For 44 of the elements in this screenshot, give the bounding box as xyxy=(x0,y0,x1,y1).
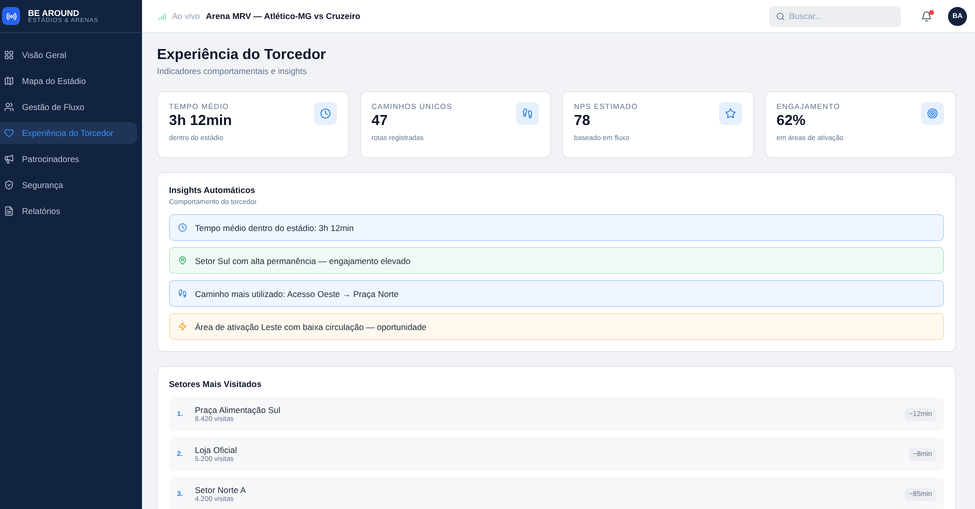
shield-icon xyxy=(4,180,14,190)
stat-value: 47 xyxy=(372,113,389,129)
lightning-icon xyxy=(178,322,187,331)
page-subtitle: Indicadores comportamentais e insights xyxy=(157,66,308,76)
sidebar-item[interactable]: Visão Geral xyxy=(0,44,137,66)
search-field[interactable]: Buscar... xyxy=(769,6,901,26)
stat-value: 78 xyxy=(574,113,592,129)
search-icon xyxy=(776,12,785,20)
brand-name: BE AROUND xyxy=(28,8,80,18)
live-label: Ao vivo xyxy=(172,11,200,21)
insight-text: Tempo médio dentro do estádio: 3h 12min xyxy=(195,222,354,232)
sidebar-item[interactable]: Experiência do Torcedor xyxy=(0,122,137,144)
insight-text: Setor Sul com alta permanência — engajamento elevado xyxy=(195,256,410,266)
match-title: Arena MRV — Atlético-MG vs Cruzeiro xyxy=(206,11,362,21)
sector-name: Loja Oficial xyxy=(194,445,238,455)
signal-icon xyxy=(157,12,166,20)
panel-title: Setores Mais Visitados xyxy=(169,379,262,389)
sector-name: Setor Norte A xyxy=(194,485,247,495)
clock-icon xyxy=(314,102,336,125)
sidebar-item[interactable]: Patrocinadores xyxy=(0,148,137,170)
sidebar-item[interactable]: Gestão de Fluxo xyxy=(0,96,137,118)
sidebar-item[interactable]: Segurança xyxy=(0,174,137,196)
clock-icon xyxy=(178,223,187,232)
page-title: Experiência do Torcedor xyxy=(157,47,327,63)
notification-icon[interactable] xyxy=(921,10,932,22)
footprints-icon xyxy=(178,289,187,298)
stat-value: 62% xyxy=(776,113,807,129)
heart-icon xyxy=(4,128,14,138)
footprints-icon xyxy=(516,102,539,125)
stat-value: 3h 12min xyxy=(169,113,232,129)
pin-icon xyxy=(178,256,187,265)
sidebar-item[interactable]: Relatórios xyxy=(0,200,137,222)
grid-icon xyxy=(4,50,14,60)
insight-text: Área de ativação Leste com baixa circulação — oportunidade xyxy=(195,322,427,332)
insight-text: Caminho mais utilizado: Acesso Oeste → Praça Norte xyxy=(195,288,399,298)
users-icon xyxy=(4,102,14,112)
target-icon xyxy=(921,102,944,125)
document-icon xyxy=(4,206,14,216)
panel-title: Insights Automáticos xyxy=(169,185,256,195)
sidebar-item[interactable]: Mapa do Estádio xyxy=(0,70,137,92)
map-icon xyxy=(4,76,14,86)
megaphone-icon xyxy=(4,154,14,164)
sector-name: Praça Alimentação Sul xyxy=(194,405,282,415)
logo-icon xyxy=(2,7,20,25)
